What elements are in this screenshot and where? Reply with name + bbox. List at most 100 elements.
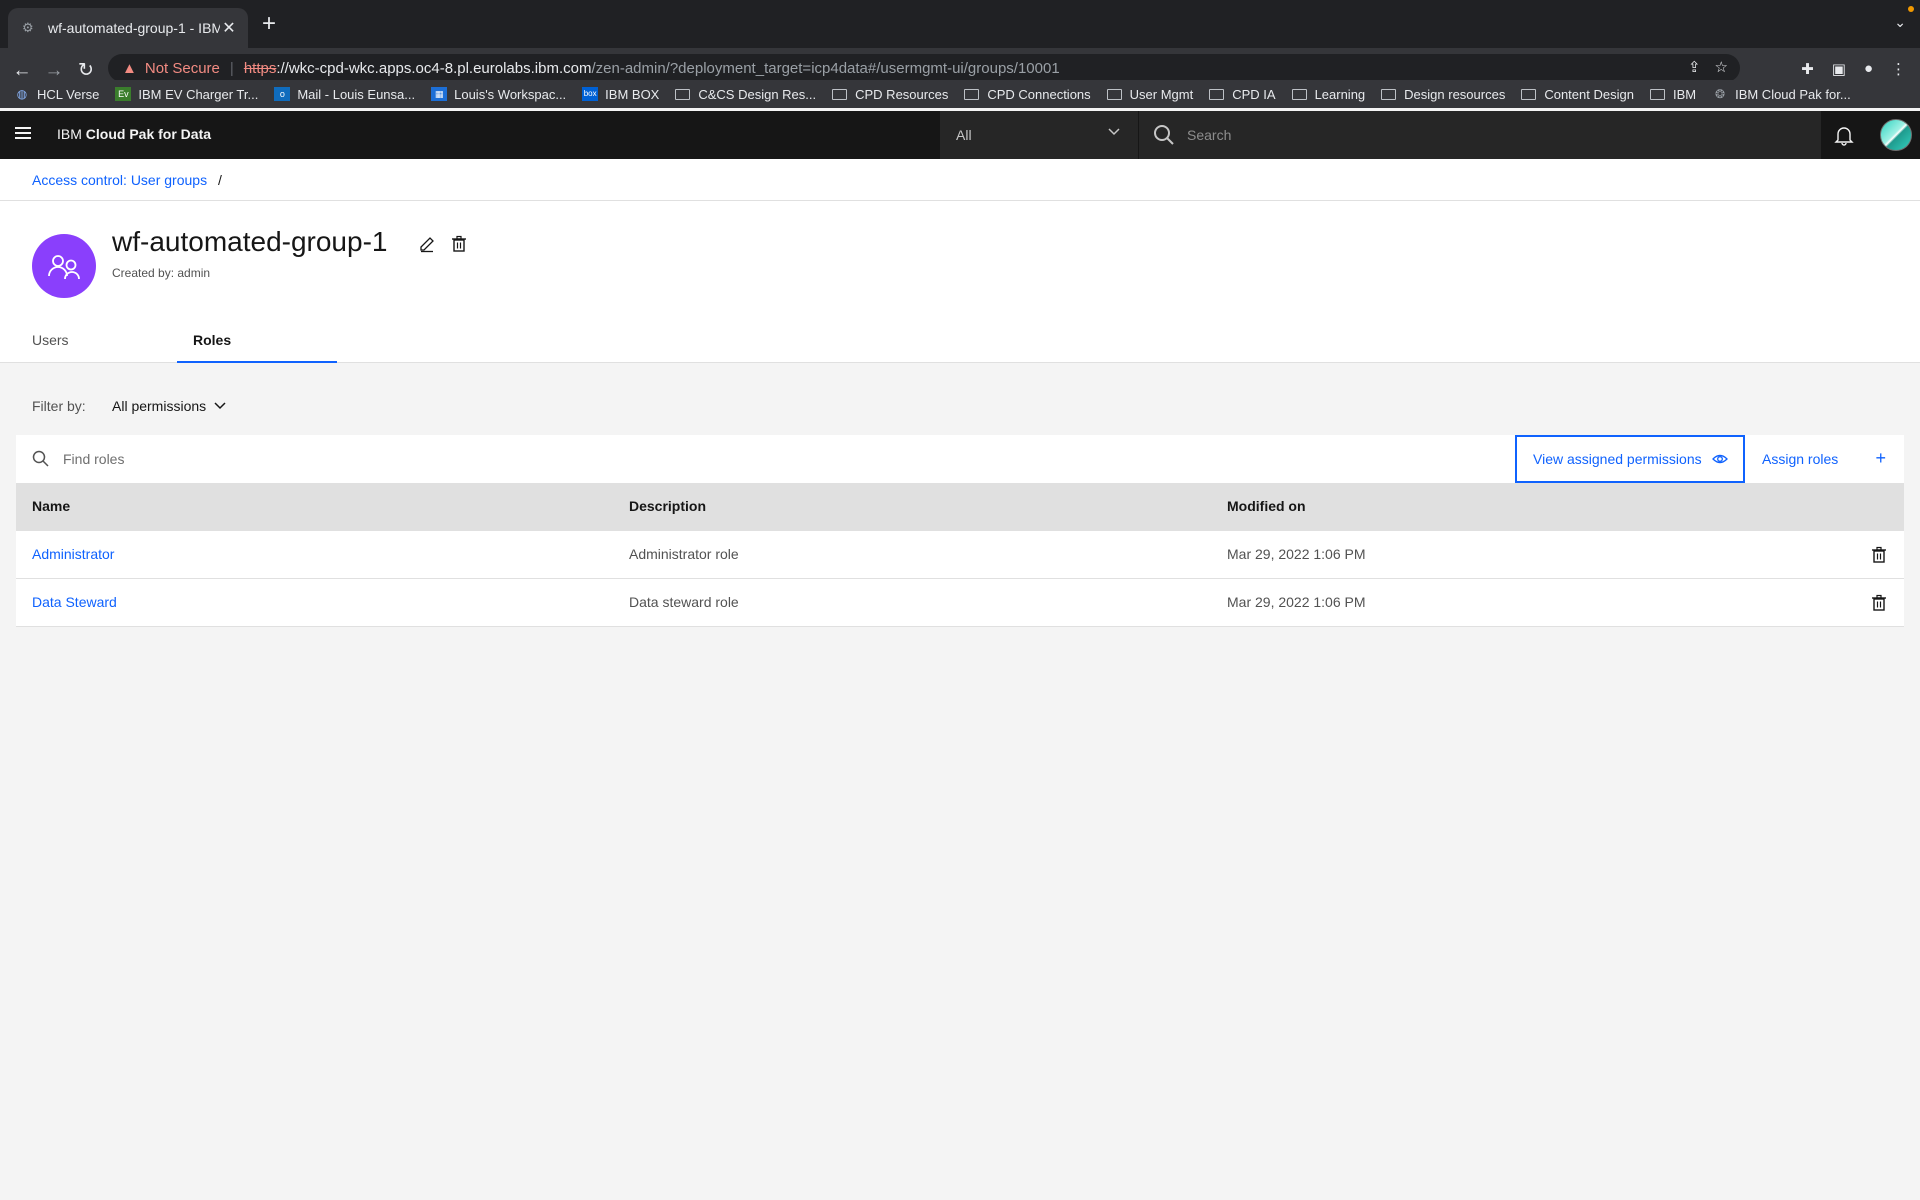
- omnibox-actions: ⇪ ☆: [1688, 58, 1728, 76]
- folder-icon: [1291, 88, 1307, 100]
- delete-role-icon[interactable]: [1871, 594, 1887, 612]
- bookmark-folder[interactable]: CPD IA: [1209, 86, 1276, 102]
- folder-icon: [1209, 88, 1225, 100]
- bookmark-label: HCL Verse: [37, 86, 100, 102]
- assign-roles-button[interactable]: Assign roles +: [1745, 435, 1904, 483]
- tab-title: wf-automated-group-1 - IBM C: [48, 20, 220, 36]
- folder-icon: [1106, 88, 1122, 100]
- globe-icon: ◍: [16, 87, 28, 101]
- share-icon[interactable]: ⇪: [1688, 58, 1701, 76]
- browser-tab[interactable]: ⚙ wf-automated-group-1 - IBM C ✕: [8, 8, 248, 48]
- bookmark-label: User Mgmt: [1129, 86, 1194, 102]
- new-tab-button[interactable]: +: [262, 12, 276, 36]
- bookmark-hcl-verse[interactable]: ◍ HCL Verse: [14, 86, 100, 102]
- view-assigned-permissions-button[interactable]: View assigned permissions: [1515, 435, 1745, 483]
- tab-favicon-icon: ⚙: [22, 20, 34, 35]
- profile-icon[interactable]: ●: [1864, 60, 1873, 78]
- column-header-modified: Modified on: [1227, 498, 1306, 514]
- browser-tab-bar: ⚙ wf-automated-group-1 - IBM C ✕ + ⌄: [0, 0, 1920, 48]
- tab-roles[interactable]: Roles: [177, 320, 337, 363]
- tab-users-label: Users: [32, 332, 69, 348]
- side-panel-icon[interactable]: ▣: [1832, 60, 1846, 78]
- ev-icon: Ev: [115, 87, 132, 101]
- bookmark-folder[interactable]: Learning: [1291, 86, 1366, 102]
- filter-dropdown[interactable]: All permissions: [112, 398, 226, 414]
- delete-group-icon[interactable]: [450, 235, 468, 253]
- tab-close-icon[interactable]: ✕: [220, 18, 238, 38]
- browser-menu-icon[interactable]: ⋮: [1891, 60, 1906, 78]
- add-icon: +: [1875, 448, 1886, 468]
- bookmark-folder[interactable]: IBM: [1649, 86, 1697, 102]
- bookmark-folder[interactable]: C&CS Design Res...: [675, 87, 816, 102]
- app-header: IBM Cloud Pak for Data All: [0, 111, 1920, 159]
- search-icon: [1154, 125, 1174, 145]
- bookmark-folder[interactable]: CPD Connections: [964, 86, 1091, 102]
- role-description: Administrator role: [629, 546, 739, 562]
- table-row: Data Steward Data steward role Mar 29, 2…: [16, 579, 1904, 627]
- bookmark-folder[interactable]: Content Design: [1521, 87, 1634, 102]
- edit-icon[interactable]: [418, 235, 436, 253]
- search-icon: [32, 450, 49, 467]
- bookmark-label: IBM BOX: [605, 86, 660, 102]
- bookmark-label: Learning: [1314, 86, 1366, 102]
- box-icon: box: [582, 87, 599, 101]
- role-modified: Mar 29, 2022 1:06 PM: [1227, 594, 1366, 610]
- folder-icon: [1521, 88, 1537, 100]
- bookmark-label: CPD Resources: [855, 86, 949, 102]
- chevron-down-icon: [214, 402, 226, 410]
- outlook-icon: o: [274, 87, 291, 101]
- chevron-down-icon: [1108, 125, 1120, 139]
- bookmark-star-icon[interactable]: ☆: [1715, 58, 1728, 76]
- role-name-link[interactable]: Administrator: [32, 546, 114, 562]
- bookmark-ev-charger[interactable]: Ev IBM EV Charger Tr...: [115, 87, 258, 102]
- bookmark-label: C&CS Design Res...: [698, 86, 817, 102]
- security-label: Not Secure: [144, 59, 220, 77]
- bookmark-ibm-cloud[interactable]: ❂ IBM Cloud Pak for...: [1712, 87, 1851, 102]
- role-description: Data steward role: [629, 594, 739, 610]
- bookmark-folder[interactable]: Design resources: [1381, 87, 1505, 102]
- table-header: Name Description Modified on: [16, 483, 1904, 531]
- page-title: wf-automated-group-1: [112, 226, 388, 257]
- breadcrumb-link-user-groups[interactable]: Access control: User groups: [32, 172, 207, 188]
- bookmark-label: CPD IA: [1232, 86, 1276, 102]
- warning-icon: ▲: [122, 59, 137, 77]
- notification-bell-icon[interactable]: [1832, 123, 1856, 147]
- bookmark-ibm-box[interactable]: box IBM BOX: [582, 87, 659, 102]
- global-search-input[interactable]: [1187, 127, 1787, 143]
- group-header: wf-automated-group-1 Created by: admin U…: [0, 201, 1920, 363]
- table-toolbar: View assigned permissions Assign roles +: [16, 435, 1904, 483]
- brand-prefix: IBM: [57, 126, 82, 142]
- group-avatar: [32, 234, 96, 298]
- user-group-icon: [48, 255, 80, 280]
- address-host: ://wkc-cpd-wkc.apps.oc4-8.pl.eurolabs.ib…: [276, 59, 592, 77]
- extensions-icon[interactable]: ✚: [1801, 60, 1814, 78]
- bookmark-workspace[interactable]: ▦ Louis's Workspac...: [431, 87, 566, 102]
- address-bar[interactable]: ▲ Not Secure | https ://wkc-cpd-wkc.apps…: [108, 54, 1740, 82]
- search-scope-dropdown[interactable]: All: [940, 111, 1138, 159]
- address-scheme: https: [243, 59, 277, 77]
- bookmark-folder[interactable]: CPD Resources: [832, 87, 948, 102]
- bookmark-label: IBM Cloud Pak for...: [1735, 86, 1851, 102]
- hamburger-menu-icon[interactable]: [15, 127, 31, 141]
- bookmark-label: CPD Connections: [987, 86, 1091, 102]
- column-header-description: Description: [629, 498, 707, 514]
- product-name[interactable]: IBM Cloud Pak for Data: [57, 126, 211, 142]
- bookmark-label: IBM: [1672, 86, 1697, 102]
- filter-value: All permissions: [112, 398, 207, 414]
- column-header-name: Name: [32, 498, 71, 514]
- assign-button-label: Assign roles: [1762, 451, 1839, 467]
- tab-search-chevron-icon[interactable]: ⌄: [1894, 14, 1906, 31]
- bookmark-label: Design resources: [1404, 86, 1506, 102]
- tab-roles-label: Roles: [193, 332, 232, 348]
- find-roles-input[interactable]: [63, 435, 1283, 483]
- created-by: Created by: admin: [112, 266, 211, 280]
- delete-role-icon[interactable]: [1871, 546, 1887, 564]
- address-separator: |: [229, 59, 234, 77]
- folder-icon: [675, 88, 691, 100]
- role-name-link[interactable]: Data Steward: [32, 594, 117, 610]
- bookmark-mail[interactable]: o Mail - Louis Eunsa...: [274, 87, 415, 102]
- bookmarks-bar: ◍ HCL Verse Ev IBM EV Charger Tr... o Mail …: [0, 80, 1920, 108]
- breadcrumb-separator: /: [218, 172, 222, 188]
- bookmark-folder[interactable]: User Mgmt: [1106, 86, 1194, 102]
- user-avatar[interactable]: [1880, 119, 1912, 151]
